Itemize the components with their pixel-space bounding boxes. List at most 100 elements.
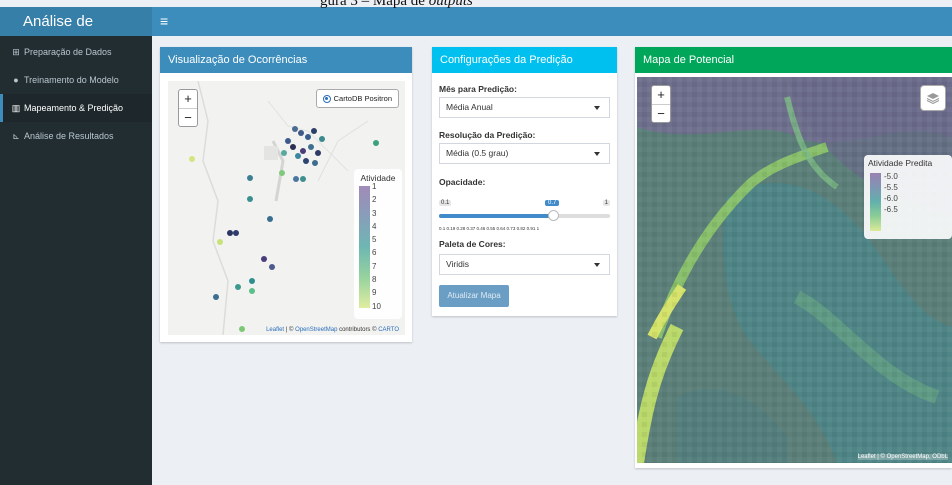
slider-handle[interactable] [548,210,560,221]
occurrence-point[interactable] [267,216,273,222]
config-panel: Configurações da Predição Mês para Predi… [432,47,617,316]
occurrence-point[interactable] [293,176,299,182]
table-icon: ⊞ [12,46,20,57]
occurrence-point[interactable] [247,196,253,202]
basemap-option-label: CartoDB Positron [333,94,392,103]
legend-tick: 3 [372,208,377,218]
occurrence-point[interactable] [308,144,314,150]
palette-select[interactable]: Viridis [439,254,610,275]
map-icon: ▥ [11,102,21,113]
legend-tick: 9 [372,288,377,298]
palette-select-value: Viridis [446,259,469,269]
slider-min: 0.1 [439,200,452,206]
legend-tick: 8 [372,274,377,284]
top-navbar: ≡ [152,7,952,36]
opacity-label: Opacidade: [439,177,486,187]
attribution-separator: | © [284,327,296,333]
figure-caption: gura 3 – Mapa de outputs [320,0,473,9]
radio-selected-icon[interactable] [322,94,331,103]
layers-icon[interactable] [920,85,946,111]
potential-panel: Mapa de Potencial + − Atividade Predita … [635,47,952,468]
sidebar-item-label: Preparação de Dados [24,47,112,57]
occurrence-point[interactable] [312,160,318,166]
occurrence-point[interactable] [300,176,306,182]
occurrence-point[interactable] [305,134,311,140]
panel-title: Visualização de Ocorrências [160,47,412,73]
chart-icon: ⊾ [12,130,20,141]
resolution-label: Resolução da Predição: [439,130,536,140]
legend-title: Atividade [360,173,396,183]
occurrence-point[interactable] [303,158,309,164]
occurrence-point[interactable] [285,138,291,144]
occurrence-point[interactable] [290,144,296,150]
legend-tick: 4 [372,221,377,231]
legend-tick: 10 [372,301,381,311]
month-label: Mês para Predição: [439,84,517,94]
occurrence-point[interactable] [239,326,245,332]
leaflet-link[interactable]: Leaflet [266,327,284,333]
occurrence-point[interactable] [249,288,255,294]
sidebar-item-mapeamento[interactable]: ▥ Mapeamento & Predição [0,94,152,122]
carto-link[interactable]: CARTO [378,327,399,333]
month-select[interactable]: Média Anual [439,97,610,118]
app-title[interactable]: Análise de Atividade [0,7,152,59]
map-attribution: Leaflet | © OpenStreetMap contributors ©… [266,327,399,333]
zoom-in-button[interactable]: + [652,86,670,104]
panel-title: Configurações da Predição [432,47,617,73]
occurrence-point[interactable] [217,239,223,245]
opacity-slider[interactable]: 0.1 0.7 1 0.1 0.19 0.28 0.37 0.46 0.55 0… [439,200,610,231]
sidebar-item-preparacao[interactable]: ⊞ Preparação de Dados [0,38,152,66]
zoom-out-button[interactable]: − [179,108,197,126]
occurrence-point[interactable] [269,264,275,270]
occurrences-map[interactable]: + − CartoDB Positron Atividade 1 2 3 4 5 6 7 8 9… [168,81,405,335]
legend-tick: 2 [372,195,377,205]
occurrence-point[interactable] [249,278,255,284]
activity-legend: Atividade 1 2 3 4 5 6 7 8 9 10 [354,169,402,319]
palette-label: Paleta de Cores: [439,239,506,249]
basemap-selector[interactable]: CartoDB Positron [315,89,399,108]
occurrence-point[interactable] [213,294,219,300]
brain-icon: ● [13,75,19,85]
zoom-in-button[interactable]: + [179,90,197,108]
occurrence-point[interactable] [189,156,195,162]
occurrence-point[interactable] [279,170,285,176]
zoom-control: + − [651,85,671,123]
sidebar-item-treinamento[interactable]: ● Treinamento do Modelo [0,66,152,94]
sidebar-item-analise[interactable]: ⊾ Análise de Resultados [0,122,152,150]
potential-map[interactable]: + − Atividade Predita -5.0 -5.5 -6.0 -6.5 L… [637,77,952,463]
occurrence-point[interactable] [247,175,253,181]
occurrence-point[interactable] [373,140,379,146]
slider-tick-labels: 0.1 0.19 0.28 0.37 0.46 0.55 0.64 0.73 0… [439,226,540,231]
occurrence-point[interactable] [233,230,239,236]
occurrence-point[interactable] [295,153,301,159]
legend-tick: 5 [372,235,377,245]
zoom-out-button[interactable]: − [652,104,670,122]
slider-max: 1 [602,200,610,206]
legend-tick: -6.5 [884,205,898,214]
map-attribution: Leaflet | © OpenStreetMap, ODbL [857,454,948,460]
occurrence-point[interactable] [311,128,317,134]
slider-value: 0.7 [545,200,560,206]
update-map-button[interactable]: Atualizar Mapa [439,285,509,307]
legend-tick: -5.5 [884,183,898,192]
sidebar-item-label: Treinamento do Modelo [24,75,119,85]
panel-title: Mapa de Potencial [635,47,952,73]
chevron-down-icon [594,263,600,267]
occurrence-point[interactable] [298,130,304,136]
resolution-select[interactable]: Média (0.5 grau) [439,143,610,164]
legend-title: Atividade Predita [868,158,933,168]
legend-colorbar [359,186,370,308]
legend-tick: 6 [372,248,377,258]
occurrence-point[interactable] [319,136,325,142]
occurrence-point[interactable] [281,150,287,156]
occurrence-point[interactable] [235,284,241,290]
hamburger-icon[interactable]: ≡ [160,13,168,29]
occurrence-point[interactable] [292,126,298,132]
legend-tick: -6.0 [884,194,898,203]
osm-link[interactable]: OpenStreetMap [295,327,337,333]
occurrence-point[interactable] [315,150,321,156]
occurrence-point[interactable] [300,148,306,154]
chevron-down-icon [594,152,600,156]
legend-tick: -5.0 [884,172,898,181]
occurrence-point[interactable] [261,256,267,262]
